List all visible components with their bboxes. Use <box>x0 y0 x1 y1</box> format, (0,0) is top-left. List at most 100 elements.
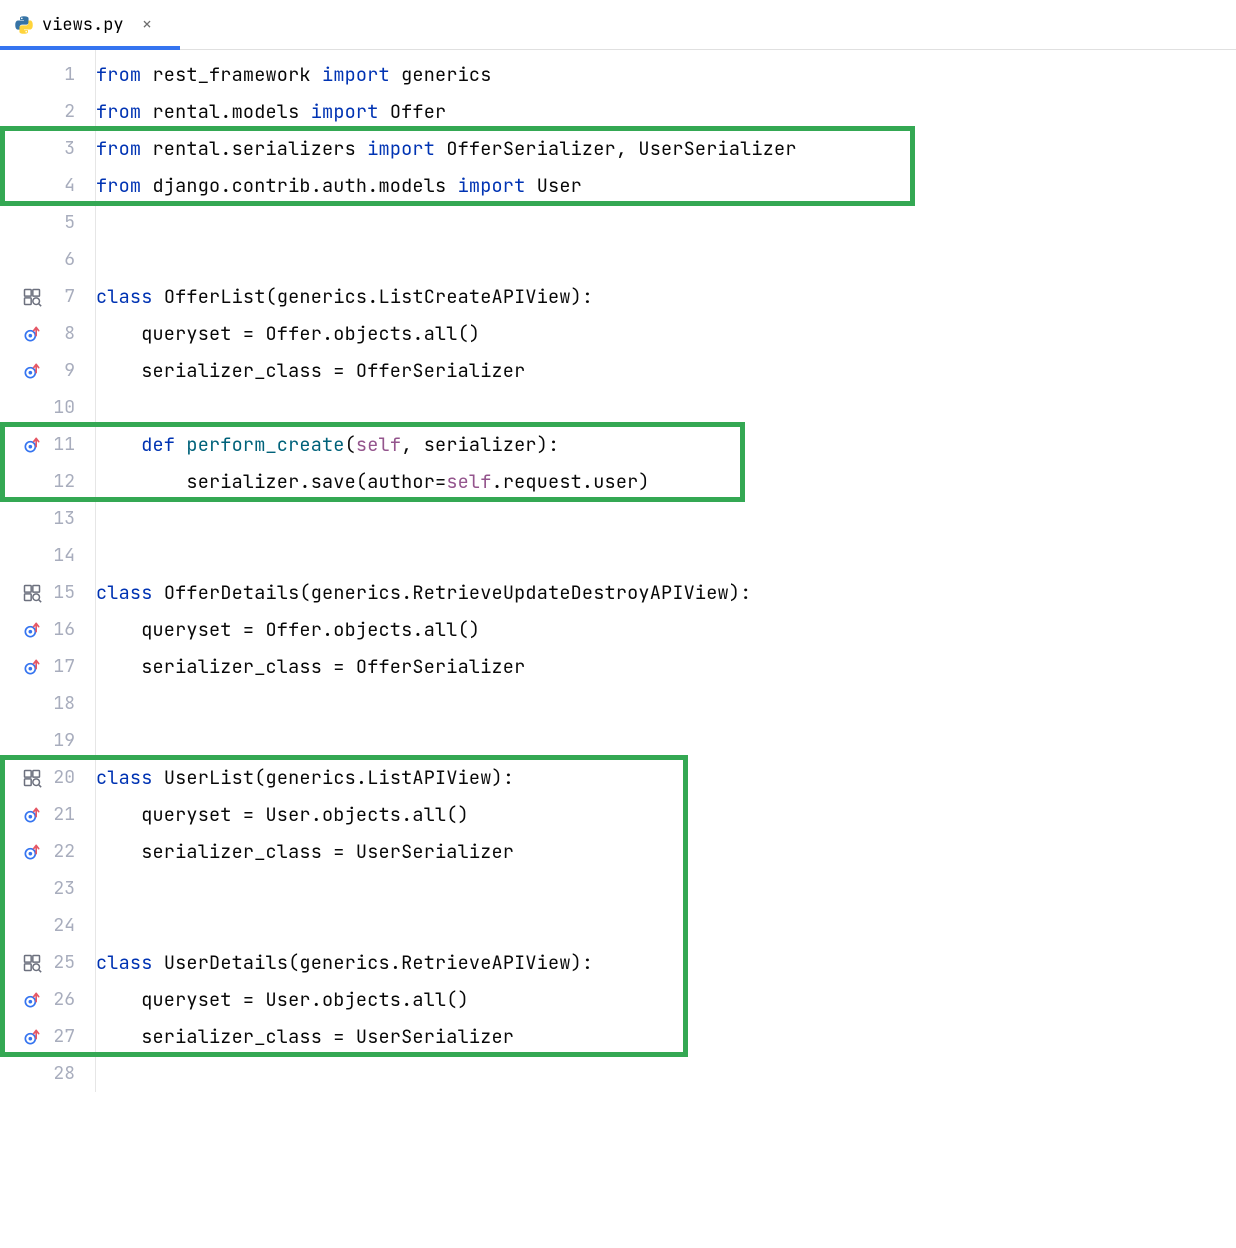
gutter-line[interactable]: 24 <box>0 907 95 944</box>
code-line[interactable]: class OfferDetails(generics.RetrieveUpda… <box>96 574 1236 611</box>
code-token: generics <box>390 62 492 87</box>
gutter-line[interactable]: 20 <box>0 759 95 796</box>
code-line[interactable] <box>96 241 1236 278</box>
gutter-line[interactable]: 9 <box>0 352 95 389</box>
code-token: OfferDetails(generics.RetrieveUpdateDest… <box>164 580 752 605</box>
gutter-line[interactable]: 22 <box>0 833 95 870</box>
code-line[interactable]: serializer_class = OfferSerializer <box>96 648 1236 685</box>
usages-icon[interactable] <box>21 767 43 789</box>
code-token: OfferList(generics.ListCreateAPIView): <box>164 284 593 309</box>
code-token: class <box>96 284 164 309</box>
code-token: from <box>96 136 141 161</box>
override-icon[interactable] <box>21 1026 43 1048</box>
code-line[interactable]: from django.contrib.auth.models import U… <box>96 167 1236 204</box>
gutter-line[interactable]: 8 <box>0 315 95 352</box>
code-line[interactable]: queryset = User.objects.all() <box>96 981 1236 1018</box>
code-line[interactable] <box>96 870 1236 907</box>
gutter-line[interactable]: 28 <box>0 1055 95 1092</box>
line-number: 20 <box>51 766 75 789</box>
override-icon[interactable] <box>21 656 43 678</box>
code-token: queryset = Offer.objects.all() <box>96 617 480 642</box>
override-icon[interactable] <box>21 434 43 456</box>
code-token: class <box>96 765 164 790</box>
code-token: , serializer): <box>401 432 559 457</box>
line-number: 13 <box>51 507 75 530</box>
code-line[interactable]: serializer_class = OfferSerializer <box>96 352 1236 389</box>
code-line[interactable]: queryset = Offer.objects.all() <box>96 611 1236 648</box>
override-icon[interactable] <box>21 323 43 345</box>
code-line[interactable]: class OfferList(generics.ListCreateAPIVi… <box>96 278 1236 315</box>
code-line[interactable] <box>96 722 1236 759</box>
code-line[interactable] <box>96 389 1236 426</box>
gutter-line[interactable]: 5 <box>0 204 95 241</box>
code-line[interactable] <box>96 907 1236 944</box>
code-area[interactable]: from rest_framework import genericsfrom … <box>96 50 1236 1092</box>
line-number: 16 <box>51 618 75 641</box>
code-token: serializer_class = OfferSerializer <box>96 358 525 383</box>
code-line[interactable]: serializer_class = UserSerializer <box>96 1018 1236 1055</box>
usages-icon[interactable] <box>21 286 43 308</box>
close-icon[interactable]: × <box>142 13 153 36</box>
gutter-line[interactable]: 26 <box>0 981 95 1018</box>
code-line[interactable]: class UserDetails(generics.RetrieveAPIVi… <box>96 944 1236 981</box>
gutter-line[interactable]: 27 <box>0 1018 95 1055</box>
code-line[interactable]: queryset = User.objects.all() <box>96 796 1236 833</box>
override-icon[interactable] <box>21 989 43 1011</box>
editor[interactable]: 1234567891011121314151617181920212223242… <box>0 50 1236 1248</box>
gutter-line[interactable]: 3 <box>0 130 95 167</box>
usages-icon[interactable] <box>21 582 43 604</box>
code-line[interactable]: queryset = Offer.objects.all() <box>96 315 1236 352</box>
code-line[interactable]: class UserList(generics.ListAPIView): <box>96 759 1236 796</box>
code-token: import <box>458 173 526 198</box>
code-line[interactable] <box>96 204 1236 241</box>
gutter-line[interactable]: 21 <box>0 796 95 833</box>
code-token: queryset = Offer.objects.all() <box>96 321 480 346</box>
tab-views-py[interactable]: views.py × <box>0 0 166 49</box>
code-line[interactable] <box>96 500 1236 537</box>
gutter-line[interactable]: 10 <box>0 389 95 426</box>
gutter-line[interactable]: 12 <box>0 463 95 500</box>
line-number: 18 <box>51 692 75 715</box>
line-number: 3 <box>51 137 75 160</box>
code-token: OfferSerializer, UserSerializer <box>435 136 797 161</box>
gutter-line[interactable]: 7 <box>0 278 95 315</box>
gutter-line[interactable]: 18 <box>0 685 95 722</box>
code-line[interactable] <box>96 685 1236 722</box>
code-line[interactable]: serializer_class = UserSerializer <box>96 833 1236 870</box>
code-token: ( <box>345 432 356 457</box>
override-icon[interactable] <box>21 360 43 382</box>
python-file-icon <box>14 15 34 35</box>
gutter-line[interactable]: 11 <box>0 426 95 463</box>
code-token: class <box>96 580 164 605</box>
code-line[interactable]: from rental.models import Offer <box>96 93 1236 130</box>
override-icon[interactable] <box>21 619 43 641</box>
line-number: 25 <box>51 951 75 974</box>
tab-label: views.py <box>42 14 124 36</box>
code-line[interactable]: serializer.save(author=self.request.user… <box>96 463 1236 500</box>
usages-icon[interactable] <box>21 952 43 974</box>
gutter-line[interactable]: 1 <box>0 56 95 93</box>
gutter-line[interactable]: 2 <box>0 93 95 130</box>
override-icon[interactable] <box>21 804 43 826</box>
gutter-line[interactable]: 14 <box>0 537 95 574</box>
code-line[interactable]: def perform_create(self, serializer): <box>96 426 1236 463</box>
code-line[interactable] <box>96 537 1236 574</box>
gutter-line[interactable]: 4 <box>0 167 95 204</box>
gutter-line[interactable]: 25 <box>0 944 95 981</box>
gutter-line[interactable]: 23 <box>0 870 95 907</box>
gutter-line[interactable]: 6 <box>0 241 95 278</box>
code-line[interactable] <box>96 1055 1236 1092</box>
override-icon[interactable] <box>21 841 43 863</box>
line-number: 1 <box>51 63 75 86</box>
gutter-line[interactable]: 15 <box>0 574 95 611</box>
gutter-line[interactable]: 13 <box>0 500 95 537</box>
code-line[interactable]: from rental.serializers import OfferSeri… <box>96 130 1236 167</box>
code-token: queryset = User.objects.all() <box>96 987 469 1012</box>
code-token: perform_create <box>186 432 344 457</box>
gutter-line[interactable]: 17 <box>0 648 95 685</box>
gutter-line[interactable]: 16 <box>0 611 95 648</box>
code-line[interactable]: from rest_framework import generics <box>96 56 1236 93</box>
code-token: import <box>322 62 390 87</box>
gutter-line[interactable]: 19 <box>0 722 95 759</box>
line-number: 17 <box>51 655 75 678</box>
